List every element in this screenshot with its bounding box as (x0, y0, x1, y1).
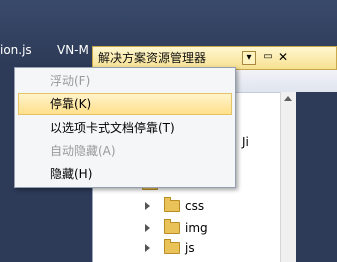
maximize-icon[interactable]: ▭ (261, 51, 275, 65)
menu-item-dock-label: 停靠(K) (50, 97, 92, 111)
window-position-dropdown-icon[interactable]: ▾ (242, 51, 256, 65)
menu-item-dock[interactable]: 停靠(K) (18, 93, 232, 115)
menu-item-tabbed-label: 以选项卡式文档停靠(T) (50, 121, 175, 135)
menu-item-auto-hide[interactable]: 自动隐藏(A) (18, 140, 232, 162)
tree-item-css[interactable]: css (142, 196, 272, 216)
document-tab-js[interactable]: ion.js (0, 40, 42, 60)
expand-arrow-icon[interactable] (145, 224, 150, 232)
expand-arrow-icon[interactable] (145, 202, 150, 210)
menu-item-float[interactable]: 浮动(F) (18, 70, 232, 92)
scroll-up-arrow-icon[interactable] (284, 96, 292, 101)
menu-item-hide-label: 隐藏(H) (50, 167, 93, 181)
pane-title: 解决方案资源管理器 (98, 51, 207, 65)
tree-item-js-label: js (185, 241, 195, 255)
close-icon[interactable]: ✕ (276, 51, 290, 65)
tree-item-img-label: img (185, 221, 208, 235)
menu-item-float-label: 浮动(F) (50, 74, 91, 88)
menu-item-hide[interactable]: 隐藏(H) (18, 163, 232, 185)
background-strip (296, 92, 337, 262)
tree-item-css-label: css (185, 199, 205, 213)
folder-icon (164, 197, 180, 212)
tree-item-img[interactable]: img (142, 218, 272, 238)
menu-item-auto-hide-label: 自动隐藏(A) (50, 144, 116, 158)
dock-context-menu: 浮动(F) 停靠(K) 以选项卡式文档停靠(T) 自动隐藏(A) 隐藏(H) (14, 67, 236, 188)
vertical-scrollbar[interactable] (280, 92, 297, 262)
ide-window: ion.js VN-M 解决方案资源管理器 ▾ ▭ ✕ Ji VN-MAP-OL… (0, 0, 337, 262)
folder-icon (164, 239, 180, 254)
expand-arrow-icon[interactable] (145, 244, 150, 252)
tree-item-js[interactable]: js (142, 238, 272, 258)
menu-item-dock-as-tabbed-document[interactable]: 以选项卡式文档停靠(T) (18, 117, 232, 139)
folder-icon (164, 219, 180, 234)
tree-item-partial-label: Ji (242, 135, 249, 149)
